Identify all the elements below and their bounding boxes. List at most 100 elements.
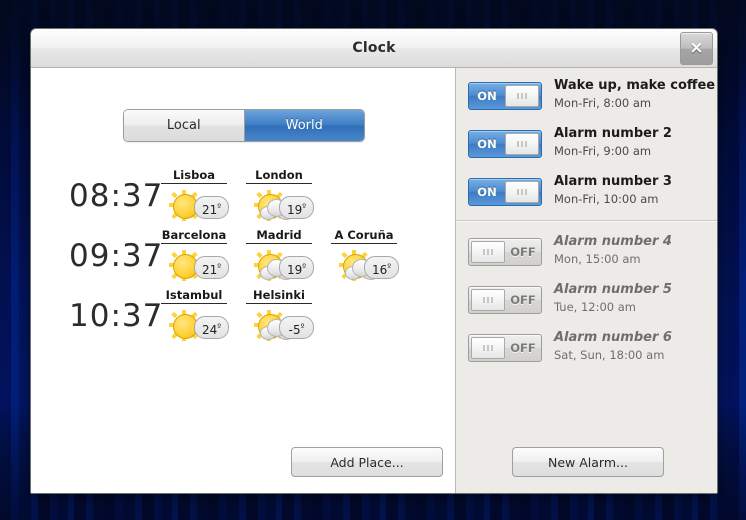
temperature-badge: -5º	[279, 316, 314, 339]
alarms-pane: ON Wake up, make coffee Mon-Fri, 8:00 am ON…	[456, 68, 717, 493]
temperature-badge: 24º	[194, 316, 229, 339]
place-list: Barcelona 21º Madrid 19º A Coruña 16º	[161, 228, 399, 286]
place-item[interactable]: Helsinki -5º	[246, 288, 314, 346]
alarm-schedule: Sat, Sun, 18:00 am	[554, 348, 665, 362]
alarm-toggle[interactable]: OFF	[468, 286, 542, 314]
alarm-title: Alarm number 2	[554, 126, 672, 141]
degree-symbol: º	[302, 262, 307, 271]
clock-window: Clock × Local World 08:37 Lisboa 21º London…	[30, 28, 718, 494]
clock-time: 08:37	[69, 178, 164, 214]
place-name: Helsinki	[246, 288, 312, 304]
degree-symbol: º	[302, 202, 307, 211]
toggle-handle[interactable]	[505, 133, 539, 155]
place-item[interactable]: Madrid 19º	[246, 228, 314, 286]
temperature-value: 19	[286, 203, 303, 217]
place-name: Barcelona	[161, 228, 227, 244]
temperature-value: 19	[286, 263, 303, 277]
tab-world-label: World	[285, 118, 323, 133]
alarm-toggle[interactable]: ON	[468, 82, 542, 110]
temperature-value: 24	[201, 323, 218, 337]
alarm-toggle-label: ON	[477, 137, 497, 151]
place-name: London	[246, 168, 312, 184]
degree-symbol: º	[300, 322, 305, 331]
local-world-segmented-control[interactable]: Local World	[123, 109, 365, 142]
alarm-schedule: Mon, 15:00 am	[554, 252, 641, 266]
alarm-schedule: Mon-Fri, 8:00 am	[554, 96, 652, 110]
toggle-handle[interactable]	[505, 85, 539, 107]
alarm-item[interactable]: OFF Alarm number 4 Mon, 15:00 am	[468, 234, 714, 272]
alarm-item[interactable]: ON Alarm number 2 Mon-Fri, 9:00 am	[468, 126, 714, 164]
close-icon: ×	[689, 38, 704, 58]
temperature-badge: 19º	[279, 256, 314, 279]
alarm-schedule: Mon-Fri, 9:00 am	[554, 144, 652, 158]
place-name: Madrid	[246, 228, 312, 244]
world-clocks-pane: Local World 08:37 Lisboa 21º London 19º 09:37…	[31, 68, 456, 493]
new-alarm-button[interactable]: New Alarm...	[512, 447, 664, 477]
place-name: Lisboa	[161, 168, 227, 184]
weather-group: 19º	[246, 246, 314, 286]
clock-row: 08:37 Lisboa 21º London 19º	[31, 168, 455, 226]
temperature-value: 16	[371, 263, 388, 277]
weather-group: 16º	[331, 246, 399, 286]
place-list: Istambul 24º Helsinki -5º	[161, 288, 314, 346]
clock-time: 10:37	[69, 298, 164, 334]
clock-row: 09:37 Barcelona 21º Madrid 19º A Coruña 16º	[31, 228, 455, 286]
alarm-toggle-label: ON	[477, 185, 497, 199]
alarm-title: Alarm number 3	[554, 174, 672, 189]
alarm-toggle-label: OFF	[510, 293, 536, 307]
alarm-item[interactable]: OFF Alarm number 6 Sat, Sun, 18:00 am	[468, 330, 714, 368]
weather-group: 19º	[246, 186, 314, 226]
alarm-title: Wake up, make coffee	[554, 78, 716, 93]
place-item[interactable]: London 19º	[246, 168, 314, 226]
window-titlebar: Clock ×	[31, 29, 717, 68]
alarm-item[interactable]: ON Wake up, make coffee Mon-Fri, 8:00 am	[468, 78, 716, 116]
add-place-label: Add Place...	[330, 454, 404, 470]
tab-local-label: Local	[166, 118, 201, 133]
alarm-toggle[interactable]: ON	[468, 130, 542, 158]
toggle-handle[interactable]	[471, 241, 505, 263]
close-button[interactable]: ×	[680, 32, 713, 65]
temperature-value: 21	[201, 203, 218, 217]
alarm-title: Alarm number 5	[554, 282, 672, 297]
alarm-toggle[interactable]: OFF	[468, 238, 542, 266]
weather-group: 21º	[161, 246, 229, 286]
new-alarm-label: New Alarm...	[548, 454, 628, 470]
toggle-handle[interactable]	[471, 289, 505, 311]
alarm-schedule: Mon-Fri, 10:00 am	[554, 192, 659, 206]
place-item[interactable]: Barcelona 21º	[161, 228, 229, 286]
toggle-handle[interactable]	[505, 181, 539, 203]
temperature-badge: 19º	[279, 196, 314, 219]
alarm-item[interactable]: OFF Alarm number 5 Tue, 12:00 am	[468, 282, 714, 320]
clock-time: 09:37	[69, 238, 164, 274]
window-title: Clock	[352, 40, 396, 56]
place-item[interactable]: Istambul 24º	[161, 288, 229, 346]
temperature-badge: 21º	[194, 196, 229, 219]
degree-symbol: º	[217, 322, 222, 331]
alarm-toggle-label: ON	[477, 89, 497, 103]
alarm-title: Alarm number 4	[554, 234, 672, 249]
place-name: A Coruña	[331, 228, 397, 244]
temperature-badge: 21º	[194, 256, 229, 279]
degree-symbol: º	[387, 262, 392, 271]
clock-row: 10:37 Istambul 24º Helsinki -5º	[31, 288, 455, 346]
alarm-toggle[interactable]: OFF	[468, 334, 542, 362]
alarm-toggle-label: OFF	[510, 245, 536, 259]
weather-group: 21º	[161, 186, 229, 226]
weather-group: -5º	[246, 306, 314, 346]
degree-symbol: º	[217, 262, 222, 271]
alarm-toggle[interactable]: ON	[468, 178, 542, 206]
toggle-handle[interactable]	[471, 337, 505, 359]
alarm-item[interactable]: ON Alarm number 3 Mon-Fri, 10:00 am	[468, 174, 714, 212]
alarm-schedule: Tue, 12:00 am	[554, 300, 636, 314]
degree-symbol: º	[217, 202, 222, 211]
window-body: Local World 08:37 Lisboa 21º London 19º 09:37…	[31, 68, 717, 493]
place-item[interactable]: A Coruña 16º	[331, 228, 399, 286]
alarm-toggle-label: OFF	[510, 341, 536, 355]
alarm-title: Alarm number 6	[554, 330, 672, 345]
tab-world[interactable]: World	[244, 110, 364, 141]
weather-group: 24º	[161, 306, 229, 346]
place-item[interactable]: Lisboa 21º	[161, 168, 229, 226]
place-name: Istambul	[161, 288, 227, 304]
add-place-button[interactable]: Add Place...	[291, 447, 443, 477]
tab-local[interactable]: Local	[124, 110, 245, 141]
